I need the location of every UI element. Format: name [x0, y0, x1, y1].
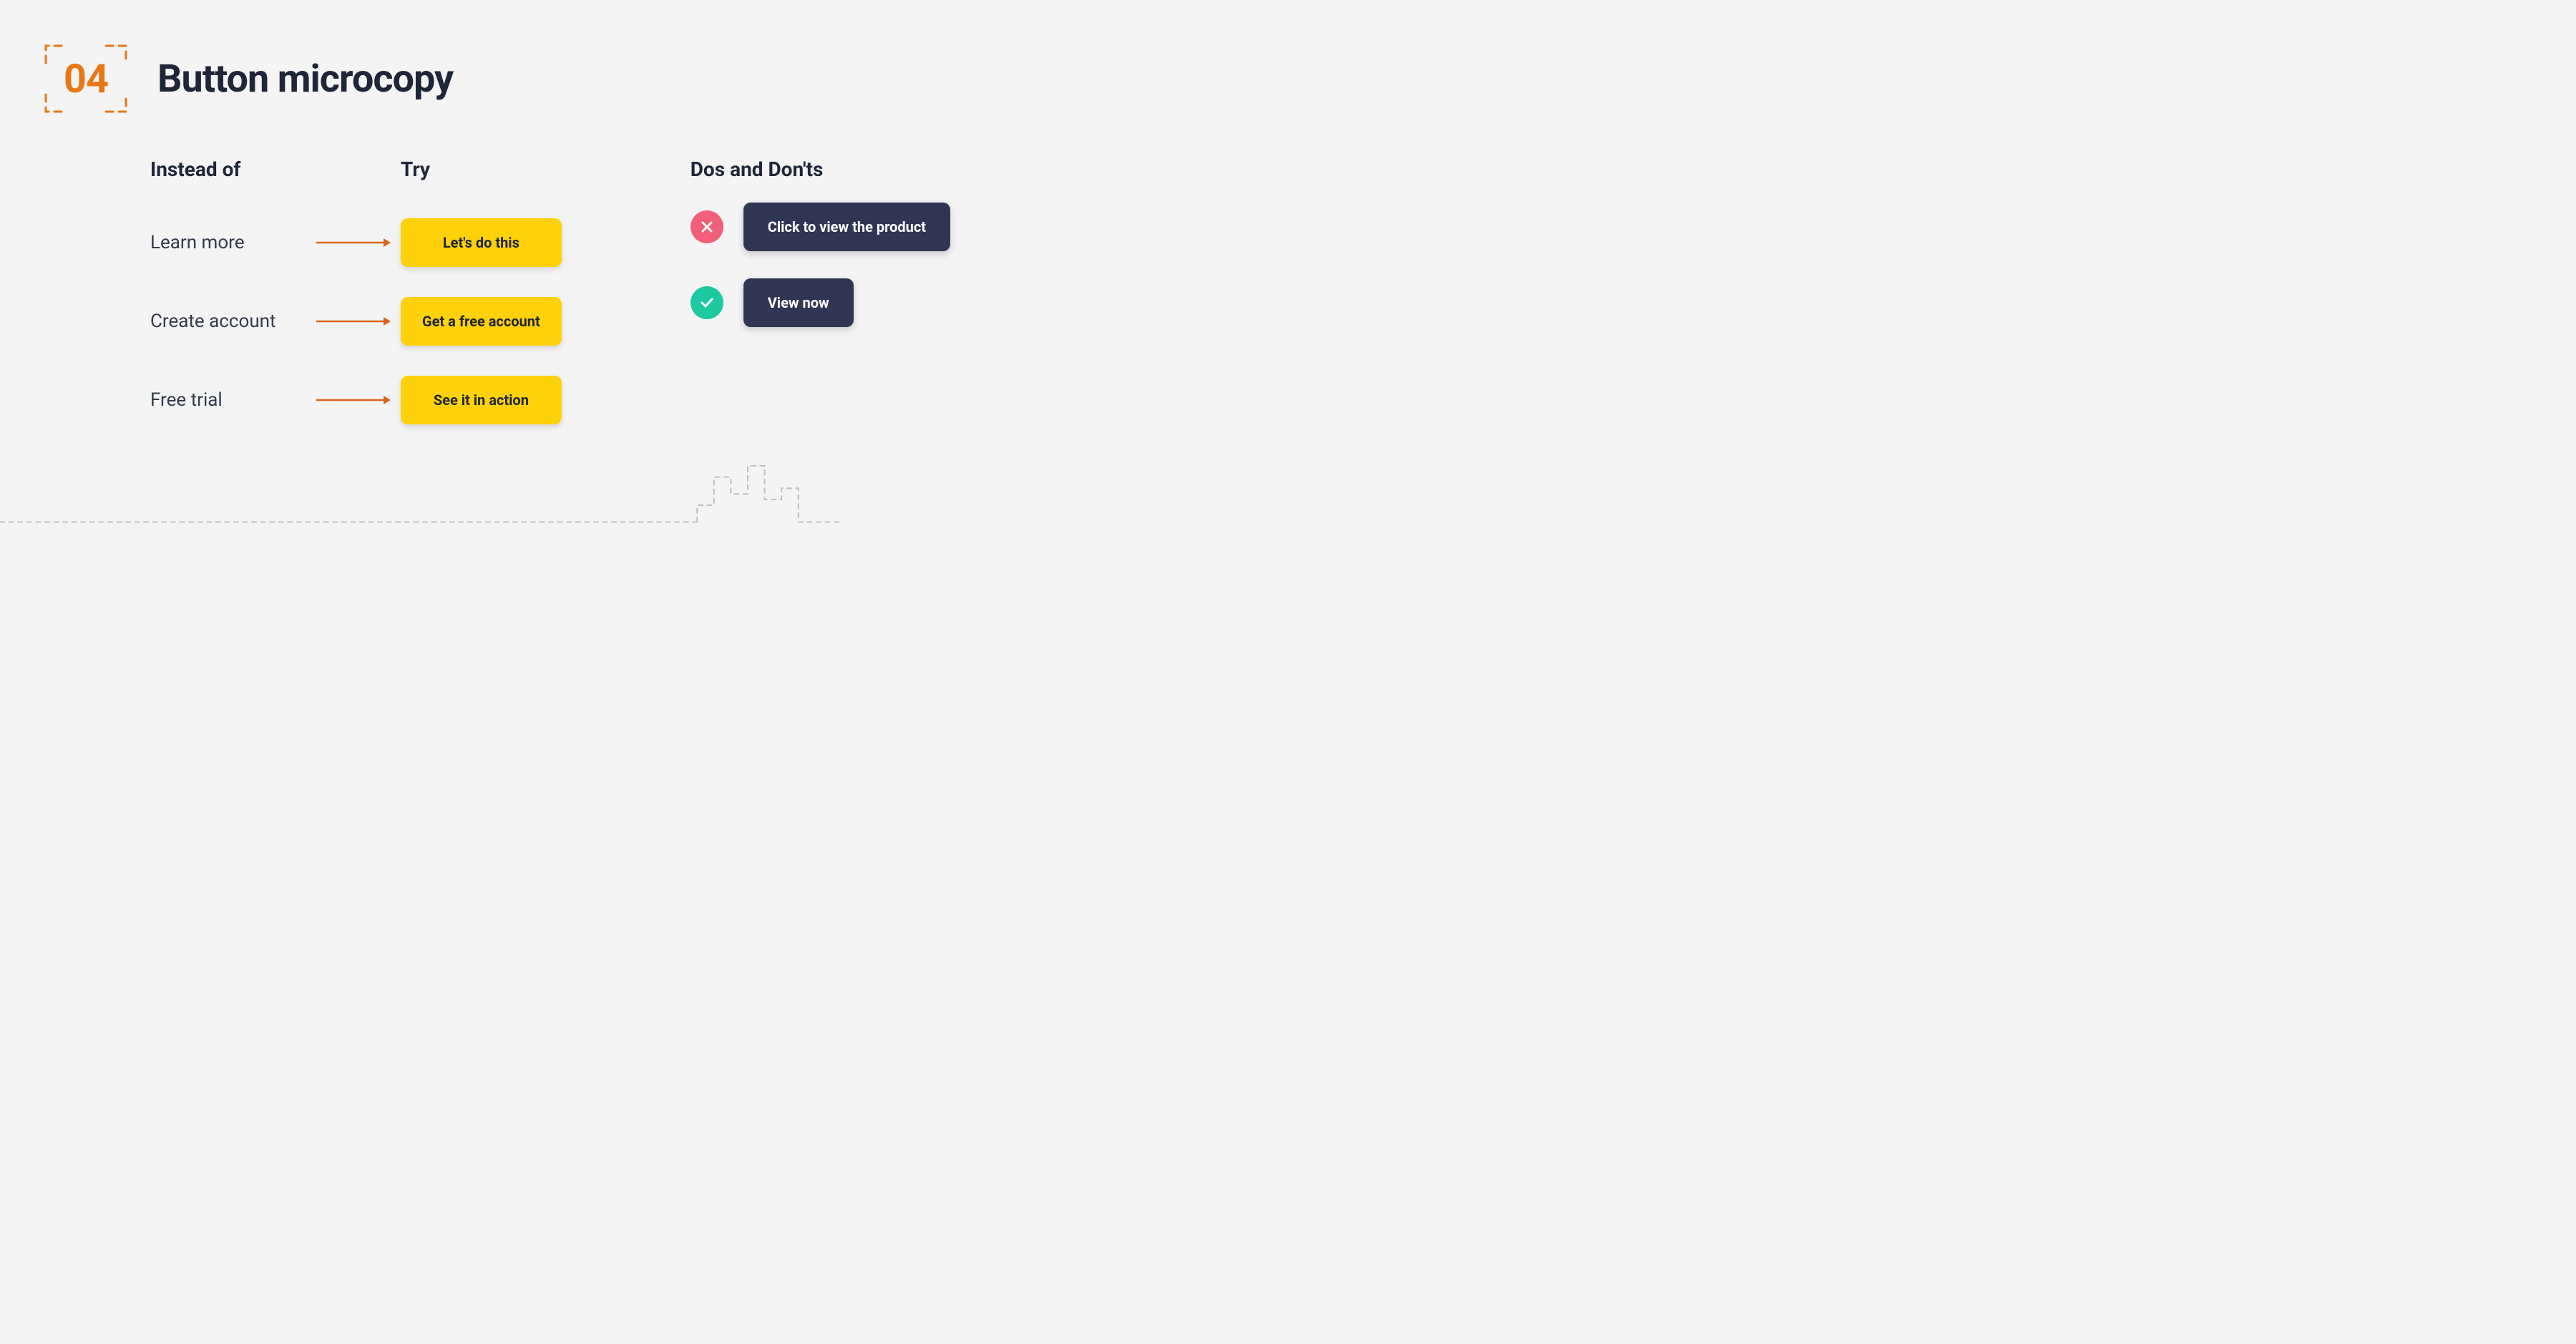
- slide: 04 Button microcopy Instead of Try Learn…: [0, 0, 1073, 560]
- do-row: View now: [691, 278, 950, 327]
- section-number-frame: 04: [43, 43, 129, 115]
- try-button[interactable]: Get a free account: [401, 297, 562, 346]
- slide-header: 04 Button microcopy: [43, 43, 453, 115]
- x-icon: [691, 210, 723, 243]
- try-button[interactable]: Let's do this: [401, 218, 562, 267]
- footer-decoration: [0, 460, 844, 539]
- examples-table: Instead of Try Learn more Let's do this …: [150, 157, 562, 424]
- arrow-icon: [315, 314, 394, 328]
- instead-text: Free trial: [150, 389, 315, 411]
- slide-title: Button microcopy: [157, 57, 453, 102]
- arrow-icon: [315, 235, 394, 250]
- check-icon: [691, 286, 723, 319]
- do-button[interactable]: View now: [743, 278, 854, 327]
- dos-donts-column: Dos and Don'ts Click to view the product…: [691, 157, 950, 424]
- slide-content: Instead of Try Learn more Let's do this …: [150, 157, 1030, 424]
- column-header-try: Try: [401, 157, 562, 188]
- dont-row: Click to view the product: [691, 203, 950, 251]
- column-header-instead: Instead of: [150, 157, 315, 188]
- try-button[interactable]: See it in action: [401, 376, 562, 424]
- instead-text: Create account: [150, 311, 315, 332]
- section-number: 04: [64, 55, 108, 102]
- instead-text: Learn more: [150, 232, 315, 253]
- dont-button[interactable]: Click to view the product: [743, 203, 950, 251]
- arrow-icon: [315, 393, 394, 407]
- column-header-dosdonts: Dos and Don'ts: [691, 157, 950, 203]
